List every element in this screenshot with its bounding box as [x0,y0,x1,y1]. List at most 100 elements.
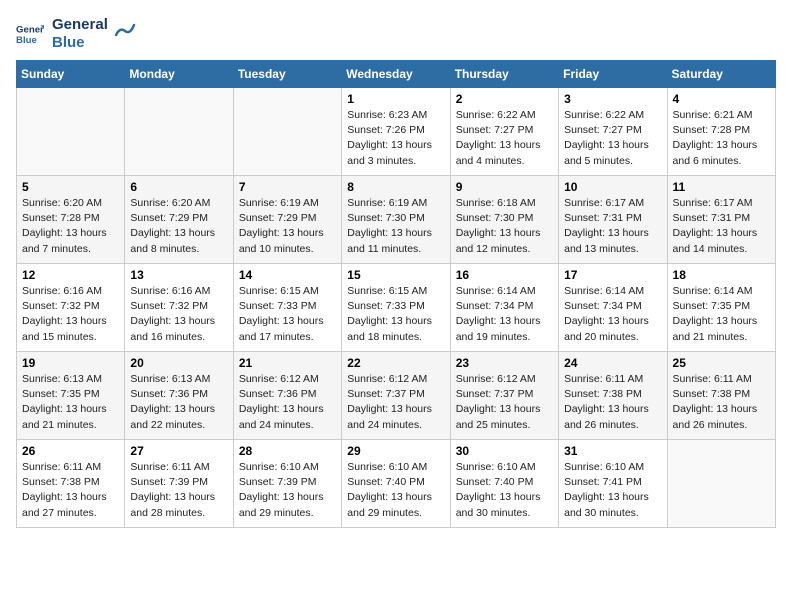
header-day-tuesday: Tuesday [233,61,341,88]
calendar-cell: 1Sunrise: 6:23 AMSunset: 7:26 PMDaylight… [342,88,450,176]
day-info: Sunrise: 6:15 AMSunset: 7:33 PMDaylight:… [239,284,336,345]
svg-text:General: General [16,24,44,35]
day-info: Sunrise: 6:11 AMSunset: 7:38 PMDaylight:… [673,372,770,433]
day-info: Sunrise: 6:15 AMSunset: 7:33 PMDaylight:… [347,284,444,345]
day-number: 29 [347,444,444,458]
day-number: 2 [456,92,553,106]
day-number: 18 [673,268,770,282]
calendar-cell: 2 Sunrise: 6:22 AMSunset: 7:27 PMDaylight… [450,88,558,176]
calendar-cell: 14 Sunrise: 6:15 AMSunset: 7:33 PMDayligh… [233,264,341,352]
day-info: Sunrise: 6:18 AMSunset: 7:30 PMDaylight:… [456,196,553,257]
day-info: Sunrise: 6:19 AMSunset: 7:29 PMDaylight:… [239,196,336,257]
day-info: Sunrise: 6:14 AMSunset: 7:34 PMDaylight:… [564,284,661,345]
header-day-friday: Friday [559,61,667,88]
calendar-body: 1Sunrise: 6:23 AMSunset: 7:26 PMDaylight… [17,88,776,528]
day-info: Sunrise: 6:12 AMSunset: 7:37 PMDaylight:… [456,372,553,433]
calendar-cell: 12Sunrise: 6:16 AMSunset: 7:32 PMDayligh… [17,264,125,352]
day-number: 3 [564,92,661,106]
day-info: Sunrise: 6:11 AMSunset: 7:38 PMDaylight:… [564,372,661,433]
day-info: Sunrise: 6:10 AMSunset: 7:40 PMDaylight:… [456,460,553,521]
calendar-cell: 22 Sunrise: 6:12 AMSunset: 7:37 PMDayligh… [342,352,450,440]
day-number: 24 [564,356,661,370]
day-info: Sunrise: 6:13 AMSunset: 7:35 PMDaylight:… [22,372,119,433]
calendar-header: SundayMondayTuesdayWednesdayThursdayFrid… [17,61,776,88]
header-day-thursday: Thursday [450,61,558,88]
calendar-cell: 30 Sunrise: 6:10 AMSunset: 7:40 PMDayligh… [450,440,558,528]
day-number: 17 [564,268,661,282]
day-number: 14 [239,268,336,282]
calendar-cell: 27Sunrise: 6:11 AMSunset: 7:39 PMDayligh… [125,440,233,528]
calendar-cell [233,88,341,176]
calendar-week-1: 1Sunrise: 6:23 AMSunset: 7:26 PMDaylight… [17,88,776,176]
day-info: Sunrise: 6:19 AMSunset: 7:30 PMDaylight:… [347,196,444,257]
day-number: 31 [564,444,661,458]
calendar-cell: 6 Sunrise: 6:20 AMSunset: 7:29 PMDaylight… [125,176,233,264]
calendar-cell: 18 Sunrise: 6:14 AMSunset: 7:35 PMDayligh… [667,264,775,352]
calendar-cell: 5Sunrise: 6:20 AMSunset: 7:28 PMDaylight… [17,176,125,264]
day-info: Sunrise: 6:14 AMSunset: 7:35 PMDaylight:… [673,284,770,345]
day-info: Sunrise: 6:22 AMSunset: 7:27 PMDaylight:… [564,108,661,169]
calendar-table: SundayMondayTuesdayWednesdayThursdayFrid… [16,60,776,528]
calendar-cell [667,440,775,528]
header: General Blue General Blue [16,16,776,52]
day-number: 6 [130,180,227,194]
day-number: 15 [347,268,444,282]
calendar-cell [17,88,125,176]
day-number: 30 [456,444,553,458]
logo-wave-icon [114,21,136,39]
calendar-cell: 11 Sunrise: 6:17 AMSunset: 7:31 PMDayligh… [667,176,775,264]
calendar-week-4: 19Sunrise: 6:13 AMSunset: 7:35 PMDayligh… [17,352,776,440]
calendar-cell: 16 Sunrise: 6:14 AMSunset: 7:34 PMDayligh… [450,264,558,352]
calendar-cell: 24 Sunrise: 6:11 AMSunset: 7:38 PMDayligh… [559,352,667,440]
day-number: 1 [347,92,444,106]
day-number: 5 [22,180,119,194]
calendar-cell: 9Sunrise: 6:18 AMSunset: 7:30 PMDaylight… [450,176,558,264]
day-number: 21 [239,356,336,370]
day-number: 10 [564,180,661,194]
day-info: Sunrise: 6:13 AMSunset: 7:36 PMDaylight:… [130,372,227,433]
calendar-cell: 28 Sunrise: 6:10 AMSunset: 7:39 PMDayligh… [233,440,341,528]
calendar-cell: 25 Sunrise: 6:11 AMSunset: 7:38 PMDayligh… [667,352,775,440]
day-info: Sunrise: 6:17 AMSunset: 7:31 PMDaylight:… [673,196,770,257]
day-info: Sunrise: 6:12 AMSunset: 7:37 PMDaylight:… [347,372,444,433]
day-number: 7 [239,180,336,194]
day-number: 16 [456,268,553,282]
day-number: 4 [673,92,770,106]
calendar-cell: 4 Sunrise: 6:21 AMSunset: 7:28 PMDaylight… [667,88,775,176]
calendar-week-3: 12Sunrise: 6:16 AMSunset: 7:32 PMDayligh… [17,264,776,352]
calendar-cell: 23 Sunrise: 6:12 AMSunset: 7:37 PMDayligh… [450,352,558,440]
day-number: 22 [347,356,444,370]
day-info: Sunrise: 6:14 AMSunset: 7:34 PMDaylight:… [456,284,553,345]
logo-blue: Blue [52,34,108,52]
day-info: Sunrise: 6:11 AMSunset: 7:38 PMDaylight:… [22,460,119,521]
calendar-cell: 15 Sunrise: 6:15 AMSunset: 7:33 PMDayligh… [342,264,450,352]
day-number: 25 [673,356,770,370]
calendar-cell: 7 Sunrise: 6:19 AMSunset: 7:29 PMDaylight… [233,176,341,264]
day-info: Sunrise: 6:10 AMSunset: 7:41 PMDaylight:… [564,460,661,521]
day-info: Sunrise: 6:17 AMSunset: 7:31 PMDaylight:… [564,196,661,257]
day-number: 13 [130,268,227,282]
day-info: Sunrise: 6:11 AMSunset: 7:39 PMDaylight:… [130,460,227,521]
calendar-cell: 29 Sunrise: 6:10 AMSunset: 7:40 PMDayligh… [342,440,450,528]
svg-text:Blue: Blue [16,35,37,46]
day-info: Sunrise: 6:10 AMSunset: 7:39 PMDaylight:… [239,460,336,521]
day-number: 23 [456,356,553,370]
day-info: Sunrise: 6:20 AMSunset: 7:29 PMDaylight:… [130,196,227,257]
logo-icon: General Blue [16,20,44,48]
day-number: 11 [673,180,770,194]
calendar-cell [125,88,233,176]
day-info: Sunrise: 6:21 AMSunset: 7:28 PMDaylight:… [673,108,770,169]
calendar-cell: 13Sunrise: 6:16 AMSunset: 7:32 PMDayligh… [125,264,233,352]
calendar-cell: 21Sunrise: 6:12 AMSunset: 7:36 PMDayligh… [233,352,341,440]
day-info: Sunrise: 6:16 AMSunset: 7:32 PMDaylight:… [22,284,119,345]
day-info: Sunrise: 6:22 AMSunset: 7:27 PMDaylight:… [456,108,553,169]
day-info: Sunrise: 6:10 AMSunset: 7:40 PMDaylight:… [347,460,444,521]
calendar-cell: 8Sunrise: 6:19 AMSunset: 7:30 PMDaylight… [342,176,450,264]
calendar-cell: 20Sunrise: 6:13 AMSunset: 7:36 PMDayligh… [125,352,233,440]
logo-general: General [52,16,108,34]
calendar-cell: 3 Sunrise: 6:22 AMSunset: 7:27 PMDaylight… [559,88,667,176]
header-day-wednesday: Wednesday [342,61,450,88]
day-number: 28 [239,444,336,458]
day-number: 26 [22,444,119,458]
calendar-cell: 31 Sunrise: 6:10 AMSunset: 7:41 PMDayligh… [559,440,667,528]
